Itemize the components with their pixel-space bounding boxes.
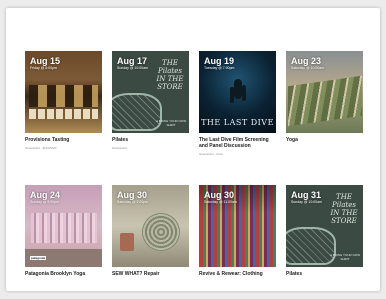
event-title[interactable]: SEW WHAT? Repair — [112, 271, 192, 277]
event-date: Aug 31 — [291, 190, 322, 200]
event-title[interactable]: Yoga — [286, 137, 366, 143]
events-page: Aug 15 Friday @ 6:00pm Provisions Tastin… — [6, 8, 380, 291]
patagonia-logo: patagonia — [30, 256, 47, 260]
poster-title: THE LAST DIVE — [201, 118, 274, 127]
event-date: Aug 30 — [117, 190, 148, 200]
event-image[interactable]: THE LAST DIVE Aug 19 Tuesday @ 7:00pm — [199, 51, 276, 133]
poster-title: THE Pilates IN THE STORE — [156, 59, 184, 91]
event-date: Aug 30 — [204, 190, 235, 200]
labels-photo — [29, 109, 98, 119]
event-image[interactable]: Aug 30 Saturday @ 2:00pm — [112, 185, 189, 267]
event-card-patagonia-yoga[interactable]: patagonia Aug 24 Sunday @ 5:00pm Patagon… — [25, 185, 109, 280]
event-date: Aug 17 — [117, 56, 148, 66]
ribbons-photo — [31, 213, 97, 243]
basket-illustration — [112, 93, 162, 131]
event-date: Aug 23 — [291, 56, 322, 66]
event-time: Saturday @ 10:00am — [291, 66, 325, 70]
event-time: Sunday @ 5:00pm — [30, 200, 60, 204]
event-title[interactable]: The Last Dive Film Screening and Panel D… — [199, 137, 279, 149]
event-image[interactable]: THE Pilates IN THE STORE A BRING YOUR OW… — [112, 51, 189, 133]
event-meta: Greenpoint — [112, 146, 127, 150]
jars-photo — [29, 85, 98, 107]
event-time: Saturday @ 2:00pm — [117, 200, 149, 204]
spool-photo — [120, 233, 134, 251]
event-image[interactable]: THE Pilates IN THE STORE A BRING YOUR OW… — [286, 185, 363, 267]
event-title[interactable]: Provisions Tasting — [25, 137, 105, 143]
events-grid: Aug 15 Friday @ 6:00pm Provisions Tastin… — [25, 51, 370, 280]
event-image[interactable]: Aug 30 Saturday @ 11:00am — [199, 185, 276, 267]
event-title[interactable]: Revive & Rewear: Clothing — [199, 271, 279, 277]
event-time: Sunday @ 10:00am — [291, 200, 322, 204]
event-image[interactable]: Aug 15 Friday @ 6:00pm — [25, 51, 102, 133]
event-card-pilates-2[interactable]: THE Pilates IN THE STORE A BRING YOUR OW… — [286, 185, 370, 280]
event-title[interactable]: Pilates — [112, 137, 192, 143]
event-date: Aug 19 — [204, 56, 235, 66]
basket-illustration — [286, 227, 336, 265]
poster-title: THE Pilates IN THE STORE — [330, 193, 358, 225]
event-card-yoga[interactable]: Aug 23 Saturday @ 10:00am Yoga — [286, 51, 370, 181]
event-date: Aug 15 — [30, 56, 61, 66]
event-time: Sunday @ 10:00am — [117, 66, 148, 70]
event-card-revive-rewear[interactable]: Aug 30 Saturday @ 11:00am Revive & Rewea… — [199, 185, 283, 280]
diver-silhouette — [234, 79, 242, 99]
event-time: Tuesday @ 7:00pm — [204, 66, 235, 70]
event-time: Friday @ 6:00pm — [30, 66, 57, 70]
poster-tagline: A BRING YOUR OWN SHIRT — [156, 119, 186, 127]
event-image[interactable]: patagonia Aug 24 Sunday @ 5:00pm — [25, 185, 102, 267]
event-date: Aug 24 — [30, 190, 61, 200]
event-meta: Greenpoint · $10 RSVP — [25, 146, 57, 150]
event-card-sew-what[interactable]: Aug 30 Saturday @ 2:00pm SEW WHAT? Repai… — [112, 185, 196, 280]
event-meta: Greenpoint · Free — [199, 152, 223, 156]
event-card-pilates[interactable]: THE Pilates IN THE STORE A BRING YOUR OW… — [112, 51, 196, 181]
event-image[interactable]: Aug 23 Saturday @ 10:00am — [286, 51, 363, 133]
poster-tagline: A BRING YOUR OWN SHIRT — [330, 253, 360, 261]
event-title[interactable]: Pilates — [286, 271, 366, 277]
event-title[interactable]: Patagonia Brooklyn Yoga — [25, 271, 105, 277]
yarn-ball-photo — [142, 213, 180, 251]
event-card-provisions-tasting[interactable]: Aug 15 Friday @ 6:00pm Provisions Tastin… — [25, 51, 109, 181]
event-card-last-dive[interactable]: THE LAST DIVE Aug 19 Tuesday @ 7:00pm Th… — [199, 51, 283, 181]
event-time: Saturday @ 11:00am — [204, 200, 237, 204]
yoga-mats-photo — [288, 75, 362, 127]
